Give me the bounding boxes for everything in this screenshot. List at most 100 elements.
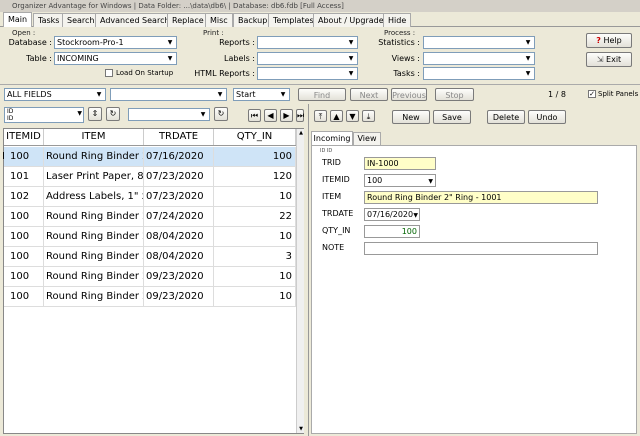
cell-trdate: 08/04/2020 xyxy=(144,247,214,267)
statistics-label: Statistics : xyxy=(378,38,420,47)
reports-select[interactable]: ▼ xyxy=(257,36,358,49)
item-field[interactable]: Round Ring Binder 2" Ring - 1001 xyxy=(364,191,598,204)
table-row[interactable]: 100 Round Ring Binder 2" 07/24/2020 22 xyxy=(4,207,296,227)
table-row[interactable]: I 100 Round Ring Binder 2" 07/16/2020 10… xyxy=(2,147,296,167)
cell-itemid: 100 xyxy=(8,267,44,287)
exit-button-label: Exit xyxy=(606,55,622,64)
first-icon: ⏮ xyxy=(250,111,259,120)
qty-in-field[interactable]: 100 xyxy=(364,225,420,238)
refresh-icon: ↻ xyxy=(217,109,225,118)
match-mode-select[interactable]: Start ▼ xyxy=(233,88,290,101)
undo-button[interactable]: Undo xyxy=(528,110,566,124)
tab-main[interactable]: Main xyxy=(3,12,33,27)
chevron-down-icon: ▼ xyxy=(348,55,354,62)
previous-record-button[interactable]: ◀ xyxy=(264,109,277,122)
table-row[interactable]: 102 Address Labels, 1" x 2 07/23/2020 10 xyxy=(4,187,296,207)
column-header-item[interactable]: ITEM xyxy=(44,129,144,145)
delete-record-button[interactable]: Delete xyxy=(487,110,525,124)
chevron-down-icon: ▼ xyxy=(525,55,531,62)
cell-item: Round Ring Binder 2" xyxy=(44,287,144,307)
refresh-sort-button[interactable]: ↻ xyxy=(106,107,120,121)
table-row[interactable]: 100 Round Ring Binder 2" 09/23/2020 10 xyxy=(4,287,296,307)
column-header-qty-in[interactable]: QTY_IN xyxy=(214,129,296,145)
sort-arrows-icon: ⇕ xyxy=(91,109,99,118)
last-record-button[interactable]: ⏭ xyxy=(296,109,304,122)
tab-backup[interactable]: Backup xyxy=(233,13,273,27)
labels-select[interactable]: ▼ xyxy=(257,52,358,65)
records-grid: ITEMID ITEM TRDATE QTY_IN I 100 Round Ri… xyxy=(2,128,304,434)
table-row[interactable]: 100 Round Ring Binder 2" 09/23/2020 10 xyxy=(4,267,296,287)
table-label: Table : xyxy=(26,54,52,63)
table-row[interactable]: 100 Round Ring Binder 2" 08/04/2020 10 xyxy=(4,227,296,247)
scroll-up-icon[interactable]: ▲ xyxy=(297,129,305,137)
move-down-button[interactable]: ▼ xyxy=(346,110,359,122)
chevron-down-icon: ▼ xyxy=(413,212,418,219)
tab-view[interactable]: View xyxy=(353,132,381,145)
cell-trdate: 07/24/2020 xyxy=(144,207,214,227)
cell-itemid: 100 xyxy=(8,227,44,247)
record-form: ID ID TRID IN-1000 ITEMID 100 ▼ ITEM Rou… xyxy=(311,145,637,434)
last-icon: ⏭ xyxy=(297,111,305,120)
statistics-select[interactable]: ▼ xyxy=(423,36,535,49)
tab-templates[interactable]: Templates xyxy=(268,13,319,27)
database-label: Database : xyxy=(8,38,52,47)
tab-about-upgrade[interactable]: About / Upgrade xyxy=(313,13,389,27)
stop-button[interactable]: Stop xyxy=(435,88,474,101)
search-field-select[interactable]: ALL FIELDS ▼ xyxy=(4,88,106,101)
move-last-button[interactable]: ⤓ xyxy=(362,110,375,122)
trid-label: TRID xyxy=(322,158,341,167)
next-button[interactable]: Next xyxy=(350,88,388,101)
save-record-button[interactable]: Save xyxy=(433,110,471,124)
refresh-filter-button[interactable]: ↻ xyxy=(214,107,228,121)
sort-order-button[interactable]: ⇕ xyxy=(88,107,102,121)
tab-misc[interactable]: Misc xyxy=(205,13,233,27)
tab-incoming[interactable]: Incoming xyxy=(311,131,353,145)
column-header-itemid[interactable]: ITEMID xyxy=(4,129,44,145)
views-select[interactable]: ▼ xyxy=(423,52,535,65)
chevron-down-icon: ▼ xyxy=(348,70,354,77)
cell-item: Laser Print Paper, 8 1/2 xyxy=(44,167,144,187)
grid-scrollbar[interactable]: ▲ ▼ xyxy=(296,129,304,433)
grid-header: ITEMID ITEM TRDATE QTY_IN xyxy=(4,129,296,146)
cell-item: Round Ring Binder 2" xyxy=(44,147,144,167)
move-up-button[interactable]: ▲ xyxy=(330,110,343,122)
trdate-field[interactable]: 07/16/2020 ▼ xyxy=(364,208,420,221)
itemid-field[interactable]: 100 ▼ xyxy=(364,174,436,187)
cell-qty: 3 xyxy=(214,247,296,267)
itemid-value: 100 xyxy=(367,176,383,185)
chevron-down-icon: ▼ xyxy=(348,39,354,46)
note-field[interactable] xyxy=(364,242,598,255)
tab-advanced-search[interactable]: Advanced Search xyxy=(95,13,175,27)
new-record-button[interactable]: New xyxy=(392,110,430,124)
load-on-startup-checkbox[interactable] xyxy=(105,69,113,77)
exit-button[interactable]: ⇲ Exit xyxy=(586,52,632,67)
tab-search[interactable]: Search xyxy=(62,13,100,27)
table-select[interactable]: INCOMING ▼ xyxy=(54,52,177,65)
trid-field[interactable]: IN-1000 xyxy=(364,157,436,170)
first-record-button[interactable]: ⏮ xyxy=(248,109,261,122)
find-button[interactable]: Find xyxy=(298,88,346,101)
table-row[interactable]: 100 Round Ring Binder 2" 08/04/2020 3 xyxy=(4,247,296,267)
html-reports-select[interactable]: ▼ xyxy=(257,67,358,80)
tab-hide[interactable]: Hide xyxy=(383,13,412,27)
next-record-button[interactable]: ▶ xyxy=(280,109,293,122)
help-button[interactable]: ? Help xyxy=(586,33,632,48)
scroll-down-icon[interactable]: ▼ xyxy=(297,425,305,433)
tasks-select[interactable]: ▼ xyxy=(423,67,535,80)
split-panels-checkbox[interactable]: ✓ xyxy=(588,90,596,98)
qty-in-label: QTY_IN xyxy=(322,226,351,235)
column-header-trdate[interactable]: TRDATE xyxy=(144,129,214,145)
filter-select[interactable]: ▼ xyxy=(128,108,210,121)
cell-item: Round Ring Binder 2" xyxy=(44,227,144,247)
tab-replace[interactable]: Replace xyxy=(167,13,209,27)
previous-button[interactable]: Previous xyxy=(391,88,427,101)
move-first-button[interactable]: ⤒ xyxy=(314,110,327,122)
next-icon: ▶ xyxy=(283,111,290,120)
table-row[interactable]: 101 Laser Print Paper, 8 1/2 07/23/2020 … xyxy=(4,167,296,187)
search-input[interactable]: ▼ xyxy=(110,88,227,101)
database-select[interactable]: Stockroom-Pro-1 ▼ xyxy=(54,36,177,49)
sort-field-select[interactable]: ID ID ▼ xyxy=(4,107,84,123)
window-title: Organizer Advantage for Windows | Data F… xyxy=(0,0,640,12)
tab-tasks[interactable]: Tasks xyxy=(33,13,65,27)
search-field-value: ALL FIELDS xyxy=(7,90,52,99)
